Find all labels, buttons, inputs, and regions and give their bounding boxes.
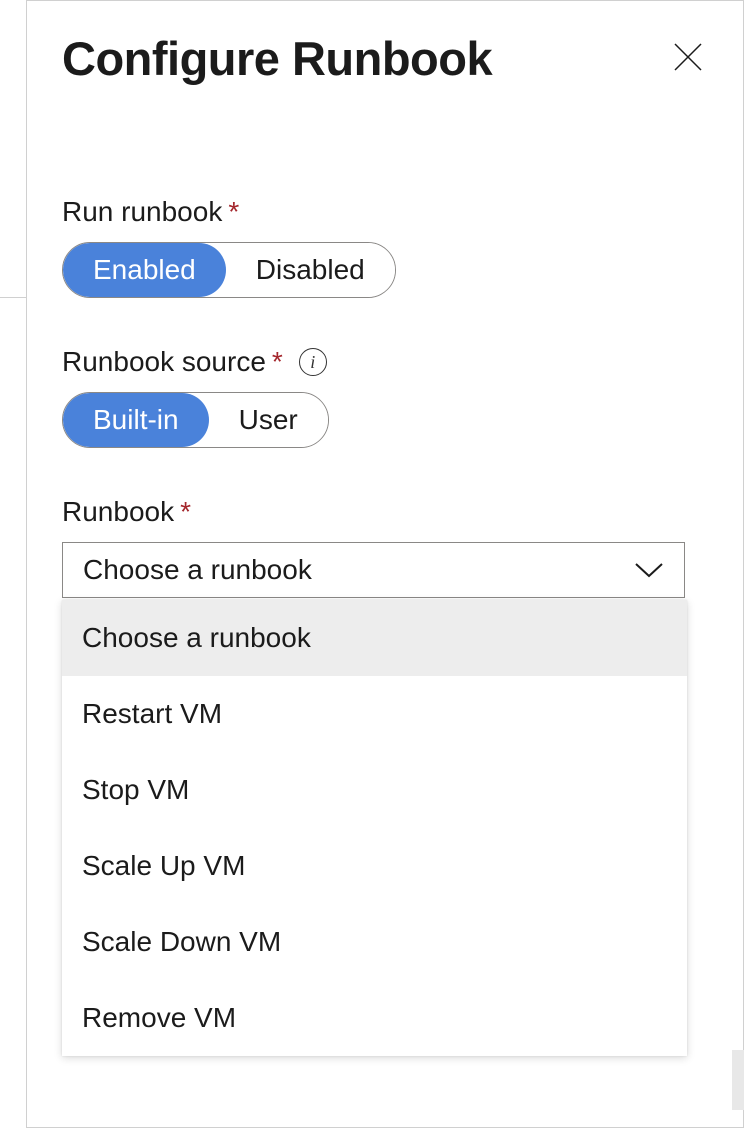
run-runbook-label-text: Run runbook bbox=[62, 196, 222, 228]
scrollbar-thumb[interactable] bbox=[732, 1050, 744, 1110]
run-runbook-disabled-option[interactable]: Disabled bbox=[226, 243, 395, 297]
run-runbook-enabled-option[interactable]: Enabled bbox=[63, 243, 226, 297]
required-indicator: * bbox=[272, 346, 283, 378]
panel-title: Configure Runbook bbox=[62, 31, 492, 86]
runbook-option-restart-vm[interactable]: Restart VM bbox=[62, 676, 687, 752]
close-icon bbox=[673, 42, 703, 75]
runbook-option-scale-up-vm[interactable]: Scale Up VM bbox=[62, 828, 687, 904]
configure-runbook-panel: Configure Runbook Run runbook * Enabled … bbox=[26, 0, 744, 1128]
runbook-source-label: Runbook source * i bbox=[62, 346, 708, 378]
panel-header: Configure Runbook bbox=[62, 31, 708, 86]
runbook-option-remove-vm[interactable]: Remove VM bbox=[62, 980, 687, 1056]
runbook-source-group: Runbook source * i Built-in User bbox=[62, 346, 708, 448]
runbook-dropdown-group: Runbook * Choose a runbook Choose a runb… bbox=[62, 496, 708, 1056]
required-indicator: * bbox=[228, 196, 239, 228]
chevron-down-icon bbox=[634, 554, 664, 586]
info-icon[interactable]: i bbox=[299, 348, 327, 376]
runbook-dropdown[interactable]: Choose a runbook bbox=[62, 542, 685, 598]
run-runbook-group: Run runbook * Enabled Disabled bbox=[62, 196, 708, 298]
run-runbook-toggle: Enabled Disabled bbox=[62, 242, 396, 298]
required-indicator: * bbox=[180, 496, 191, 528]
run-runbook-label: Run runbook * bbox=[62, 196, 708, 228]
runbook-option-scale-down-vm[interactable]: Scale Down VM bbox=[62, 904, 687, 980]
runbook-option-stop-vm[interactable]: Stop VM bbox=[62, 752, 687, 828]
runbook-source-toggle: Built-in User bbox=[62, 392, 329, 448]
runbook-source-label-text: Runbook source bbox=[62, 346, 266, 378]
runbook-option-placeholder[interactable]: Choose a runbook bbox=[62, 600, 687, 676]
runbook-source-builtin-option[interactable]: Built-in bbox=[63, 393, 209, 447]
runbook-source-user-option[interactable]: User bbox=[209, 393, 328, 447]
left-edge-border bbox=[0, 0, 26, 298]
runbook-label: Runbook * bbox=[62, 496, 708, 528]
runbook-dropdown-selected: Choose a runbook bbox=[83, 554, 312, 586]
runbook-label-text: Runbook bbox=[62, 496, 174, 528]
close-button[interactable] bbox=[668, 39, 708, 79]
runbook-dropdown-menu: Choose a runbook Restart VM Stop VM Scal… bbox=[62, 600, 687, 1056]
